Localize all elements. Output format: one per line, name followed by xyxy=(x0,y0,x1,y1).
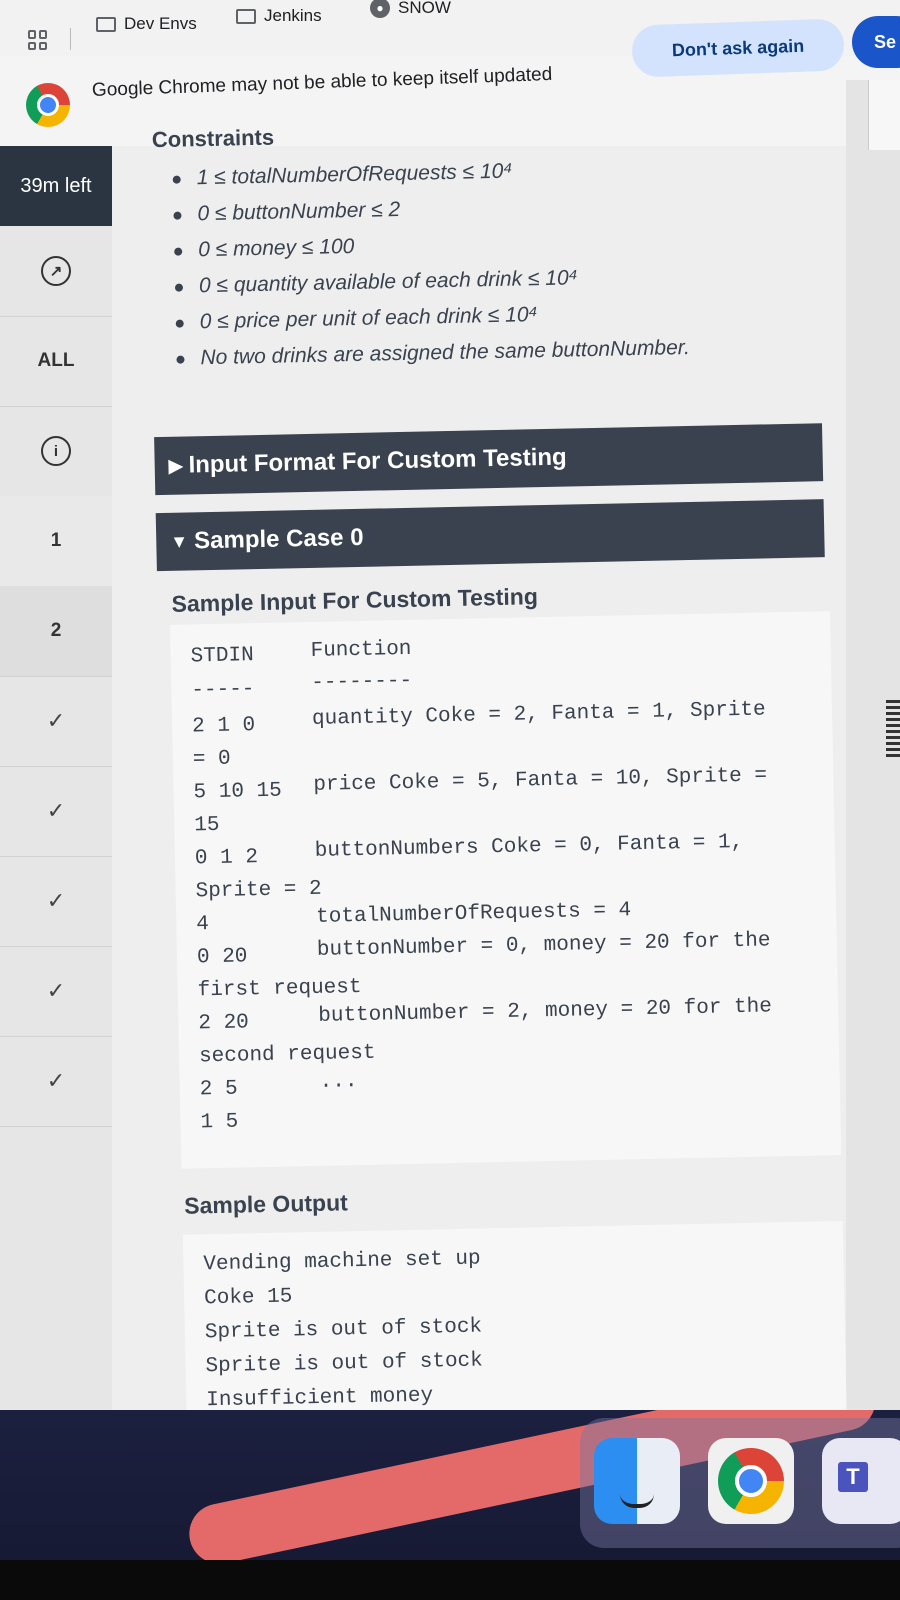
check-icon: ✓ xyxy=(46,888,66,913)
timer: 39m left xyxy=(0,146,112,226)
sidebar-item-question-2[interactable]: 2 xyxy=(0,586,112,677)
dont-ask-again-button[interactable]: Don't ask again xyxy=(631,18,845,78)
function-text: ... xyxy=(319,1070,358,1094)
function-header: Function xyxy=(310,637,412,663)
function-text: quantity Coke = 2, Fanta = 1, Sprite xyxy=(311,698,766,731)
chrome-icon[interactable] xyxy=(708,1438,794,1524)
sidebar-item-check[interactable]: ✓ xyxy=(0,1036,112,1127)
info-icon: i xyxy=(41,436,71,466)
bookmark-snow[interactable]: ● SNOW xyxy=(370,0,451,18)
stdin-value: 0 20 xyxy=(196,945,248,970)
browser-screen: Dev Envs Jenkins ● SNOW Google Chrome ma… xyxy=(0,0,900,1410)
constraints-heading: Constraints xyxy=(151,124,275,153)
infobar-message: Google Chrome may not be able to keep it… xyxy=(91,63,553,101)
scrollbar-handle[interactable] xyxy=(886,700,900,760)
stdin-value: 0 1 2 xyxy=(194,846,259,871)
function-text: buttonNumber = 0, money = 20 for the xyxy=(316,929,771,962)
function-wrap: first request xyxy=(197,975,362,1003)
caret-right-icon: ▶ xyxy=(168,455,183,476)
check-icon: ✓ xyxy=(46,978,66,1003)
function-rule: -------- xyxy=(311,669,413,695)
sample-output-heading: Sample Output xyxy=(183,1189,349,1219)
check-icon: ✓ xyxy=(46,708,66,733)
function-text: buttonNumber = 2, money = 20 for the xyxy=(318,995,773,1028)
stdin-value: 2 20 xyxy=(198,1011,250,1036)
check-icon: ✓ xyxy=(46,798,66,823)
sidebar-item-label: 2 xyxy=(50,620,62,641)
bezel xyxy=(0,1560,900,1600)
problem-content: Constraints 1 ≤ totalNumberOfRequests ≤ … xyxy=(112,125,847,1410)
output-line: Sprite is out of stock xyxy=(204,1315,483,1345)
stdin-value: 4 xyxy=(196,913,210,937)
teams-icon[interactable]: T xyxy=(822,1438,900,1524)
stdin-value: 2 5 xyxy=(199,1077,238,1102)
sidebar-item-clock[interactable]: ↗ xyxy=(0,226,112,317)
clock-icon: ↗ xyxy=(41,256,71,286)
chrome-logo-icon xyxy=(26,83,70,127)
output-line: Sprite is out of stock xyxy=(205,1349,484,1379)
finder-icon[interactable] xyxy=(594,1438,680,1524)
sidebar-item-label: ALL xyxy=(37,350,75,371)
bookmarks-divider xyxy=(70,28,71,50)
function-wrap: = 0 xyxy=(192,747,231,772)
stdin-header: STDIN xyxy=(190,644,254,669)
bookmark-jenkins[interactable]: Jenkins xyxy=(236,6,322,26)
folder-icon xyxy=(96,16,116,32)
desktop-background: T xyxy=(0,1410,900,1560)
function-wrap: Sprite = 2 xyxy=(195,877,322,904)
section-label: Input Format For Custom Testing xyxy=(188,443,567,479)
sidebar-item-check[interactable]: ✓ xyxy=(0,946,112,1037)
function-text: totalNumberOfRequests = 4 xyxy=(315,899,632,929)
stdin-value: 1 5 xyxy=(200,1110,239,1135)
sidebar-item-info[interactable]: i xyxy=(0,406,112,497)
sidebar-item-check[interactable]: ✓ xyxy=(0,766,112,857)
caret-down-icon: ▼ xyxy=(170,530,189,552)
bookmark-label: Dev Envs xyxy=(124,14,197,33)
sidebar-item-label: 1 xyxy=(50,530,62,551)
chrome-ring xyxy=(718,1448,784,1514)
sample-input-box: STDIN Function ----- -------- 2 1 0 quan… xyxy=(170,611,842,1169)
stdin-value: 2 1 0 xyxy=(191,714,256,739)
folder-icon xyxy=(236,8,256,24)
dock: T xyxy=(580,1418,900,1548)
check-icon: ✓ xyxy=(46,1068,66,1093)
question-sidebar: 39m left ↗ ALL i 1 2 ✓ ✓ ✓ ✓ ✓ xyxy=(0,146,112,1410)
snow-icon: ● xyxy=(370,0,390,18)
teams-letter: T xyxy=(838,1462,868,1492)
sidebar-item-check[interactable]: ✓ xyxy=(0,676,112,767)
right-panel-edge xyxy=(868,80,900,150)
sample-output-box: Vending machine set up Coke 15 Sprite is… xyxy=(182,1220,847,1410)
bookmark-label: SNOW xyxy=(398,0,451,17)
output-line: Coke 15 xyxy=(203,1285,293,1311)
input-format-toggle[interactable]: ▶ Input Format For Custom Testing xyxy=(154,423,824,496)
stdin-rule: ----- xyxy=(191,678,255,703)
problem-page: Constraints 1 ≤ totalNumberOfRequests ≤ … xyxy=(112,125,878,1410)
sidebar-item-question-1[interactable]: 1 xyxy=(0,496,112,587)
sample-input-heading: Sample Input For Custom Testing xyxy=(171,583,539,617)
sample-case-toggle[interactable]: ▼ Sample Case 0 xyxy=(155,499,825,572)
sidebar-item-check[interactable]: ✓ xyxy=(0,856,112,947)
sidebar-item-all[interactable]: ALL xyxy=(0,316,112,407)
function-wrap: second request xyxy=(198,1041,376,1069)
function-text: buttonNumbers Coke = 0, Fanta = 1, xyxy=(314,830,744,863)
function-text: price Coke = 5, Fanta = 10, Sprite = xyxy=(313,764,768,797)
section-label: Sample Case 0 xyxy=(193,523,364,555)
function-wrap: 15 xyxy=(194,813,220,838)
bookmark-dev-envs[interactable]: Dev Envs xyxy=(96,14,197,34)
infobar-secondary-button[interactable]: Se xyxy=(852,16,900,68)
apps-grid-icon[interactable] xyxy=(28,30,48,50)
bookmark-label: Jenkins xyxy=(264,6,322,25)
output-line: Insufficient money xyxy=(206,1384,434,1410)
constraints-list: 1 ≤ totalNumberOfRequests ≤ 10⁴ 0 ≤ butt… xyxy=(170,150,690,377)
output-line: Vending machine set up xyxy=(203,1247,481,1277)
stdin-value: 5 10 15 xyxy=(193,779,283,805)
